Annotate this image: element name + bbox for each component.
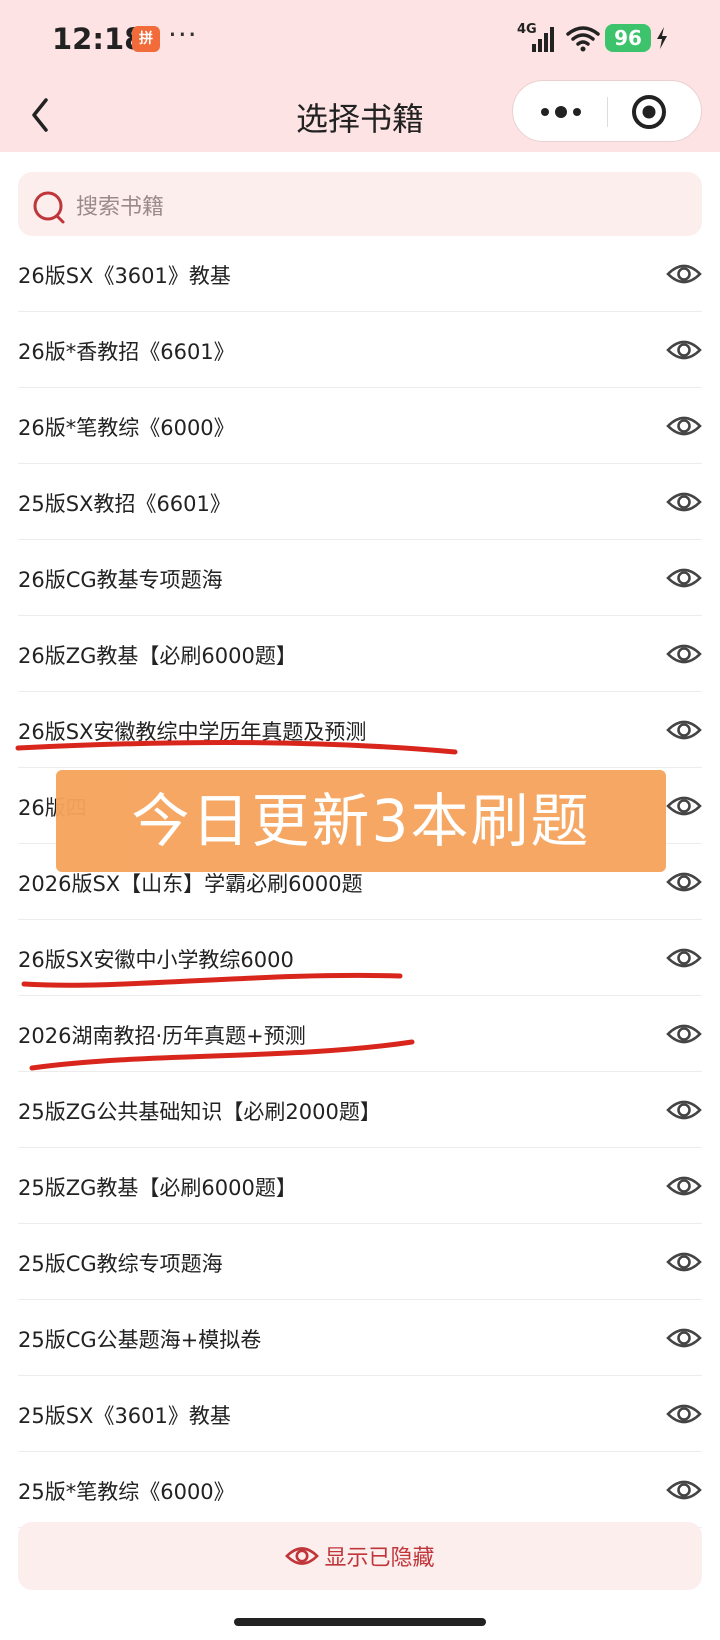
show-hidden-content: 显示已隐藏: [18, 1522, 702, 1590]
book-title: 25版ZG公共基础知识【必刷2000题】: [18, 1100, 381, 1124]
eye-icon[interactable]: [666, 1093, 702, 1127]
eye-icon[interactable]: [666, 1017, 702, 1051]
eye-icon[interactable]: [666, 1321, 702, 1355]
signal-icon: [532, 27, 554, 52]
book-title: 25版SX《3601》教基: [18, 1404, 231, 1428]
eye-icon[interactable]: [666, 333, 702, 367]
book-title: 2026湖南教招·历年真题+预测: [18, 1024, 306, 1048]
list-item[interactable]: 26版SX安徽中小学教综6000: [18, 920, 702, 996]
eye-icon: [285, 1547, 320, 1565]
eye-icon[interactable]: [666, 637, 702, 671]
mini-program-capsule: [512, 80, 702, 142]
list-item[interactable]: 26版SX安徽教综中学历年真题及预测: [18, 692, 702, 768]
book-title: 26版*香教招《6601》: [18, 340, 235, 364]
list-item[interactable]: 25版ZG教基【必刷6000题】: [18, 1148, 702, 1224]
list-item[interactable]: 25版SX教招《6601》: [18, 464, 702, 540]
eye-icon[interactable]: [666, 713, 702, 747]
list-item[interactable]: 26版*香教招《6601》: [18, 312, 702, 388]
list-item[interactable]: 26版SX《3601》教基: [18, 236, 702, 312]
eye-icon[interactable]: [666, 409, 702, 443]
list-item[interactable]: 25版CG教综专项题海: [18, 1224, 702, 1300]
update-banner: 今日更新3本刷题: [56, 770, 666, 872]
book-title: 26版ZG教基【必刷6000题】: [18, 644, 297, 668]
charging-icon: [657, 27, 667, 49]
list-item[interactable]: 25版*笔教综《6000》: [18, 1452, 702, 1528]
list-item[interactable]: 25版CG公基题海+模拟卷: [18, 1300, 702, 1376]
show-hidden-button[interactable]: 显示已隐藏: [18, 1522, 702, 1590]
book-title: 26版SX《3601》教基: [18, 264, 231, 288]
eye-icon[interactable]: [666, 1245, 702, 1279]
eye-icon[interactable]: [666, 865, 702, 899]
book-title: 25版CG公基题海+模拟卷: [18, 1328, 262, 1352]
status-time: 12:18: [52, 22, 145, 56]
battery-indicator: 96: [605, 24, 651, 52]
book-title: 26版SX安徽中小学教综6000: [18, 948, 294, 972]
eye-icon[interactable]: [666, 561, 702, 595]
list-item[interactable]: 26版CG教基专项题海: [18, 540, 702, 616]
book-title: 25版*笔教综《6000》: [18, 1480, 235, 1504]
show-hidden-label: 显示已隐藏: [324, 1546, 435, 1571]
banner-text: 今日更新3本刷题: [131, 787, 591, 855]
list-item[interactable]: 25版ZG公共基础知识【必刷2000题】: [18, 1072, 702, 1148]
book-title: 25版SX教招《6601》: [18, 492, 231, 516]
wifi-icon: [566, 26, 600, 52]
list-item[interactable]: 2026湖南教招·历年真题+预测: [18, 996, 702, 1072]
capsule-divider: [607, 97, 608, 127]
eye-icon[interactable]: [666, 1169, 702, 1203]
list-item[interactable]: 25版SX《3601》教基: [18, 1376, 702, 1452]
search-placeholder: 搜索书籍: [76, 195, 165, 220]
eye-icon[interactable]: [666, 485, 702, 519]
nav-bar: 选择书籍: [0, 80, 720, 152]
home-indicator: [234, 1618, 486, 1626]
book-list: 26版SX《3601》教基 26版*香教招《6601》 26版*笔教综《6000…: [0, 236, 720, 1528]
search-input[interactable]: 搜索书籍: [18, 172, 702, 236]
book-title: 26版CG教基专项题海: [18, 568, 223, 592]
app-notification-icon: 拼: [132, 26, 160, 52]
eye-icon[interactable]: [666, 789, 702, 823]
list-item[interactable]: 26版ZG教基【必刷6000题】: [18, 616, 702, 692]
eye-icon[interactable]: [666, 257, 702, 291]
book-title: 26版*笔教综《6000》: [18, 416, 235, 440]
eye-icon[interactable]: [666, 1397, 702, 1431]
status-bar: 12:18 拼 ··· 4G 96: [0, 0, 720, 80]
list-item[interactable]: 26版*笔教综《6000》: [18, 388, 702, 464]
more-notifications-icon: ···: [168, 18, 198, 51]
book-title: 25版ZG教基【必刷6000题】: [18, 1176, 297, 1200]
book-title: 26版SX安徽教综中学历年真题及预测: [18, 720, 367, 744]
target-circle-icon[interactable]: [629, 93, 669, 131]
eye-icon[interactable]: [666, 941, 702, 975]
book-title: 2026版SX【山东】学霸必刷6000题: [18, 872, 363, 896]
more-dots-icon[interactable]: [531, 93, 591, 131]
eye-icon[interactable]: [666, 1473, 702, 1507]
search-icon: [33, 191, 65, 224]
book-title: 25版CG教综专项题海: [18, 1252, 223, 1276]
